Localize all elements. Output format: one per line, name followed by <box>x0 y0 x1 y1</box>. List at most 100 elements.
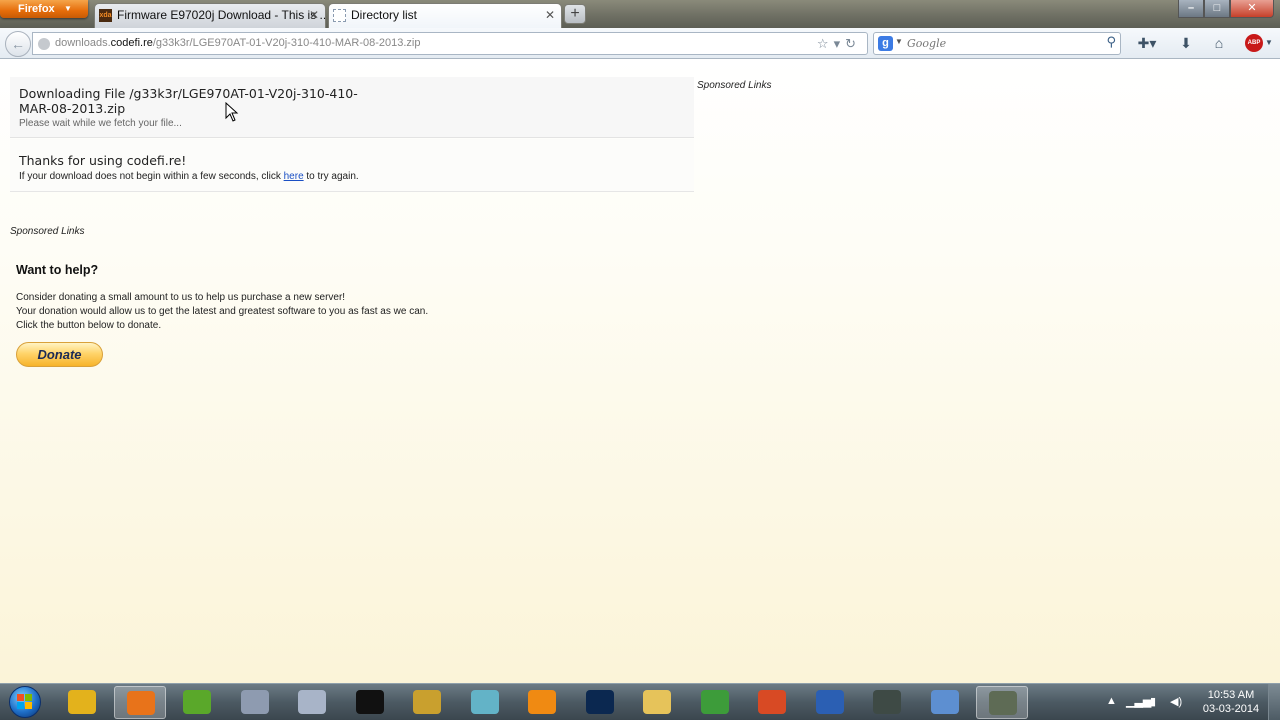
taskbar-app-word[interactable] <box>804 686 856 719</box>
taskbar-app-cmd[interactable] <box>344 686 396 719</box>
taskbar-app-app-globe[interactable] <box>689 686 741 719</box>
url-bar-icons: ☆▾↻ <box>817 33 861 54</box>
taskbar-app-app-wifi[interactable] <box>919 686 971 719</box>
reload-icon[interactable]: ↻ <box>845 36 861 51</box>
tab-directory-list[interactable]: Directory list ✕ <box>328 3 562 28</box>
sponsored-links-label-left: Sponsored Links <box>10 226 85 237</box>
system-tray: ▲ ▁▃▅ ▮ ◀) <box>1100 684 1195 720</box>
app-red-icon <box>758 690 786 714</box>
taskbar-app-chrome[interactable] <box>56 686 108 719</box>
minimize-button[interactable]: – <box>1178 0 1204 18</box>
url-text: downloads.codefi.re/g33k3r/LGE970AT-01-V… <box>55 33 420 54</box>
site-identity-icon[interactable] <box>38 38 50 50</box>
taskbar-app-app-frame[interactable] <box>459 686 511 719</box>
home-icon[interactable]: ⌂ <box>1208 33 1230 53</box>
magnifier-search-icon[interactable]: ⚲ <box>1106 34 1116 50</box>
donation-line: Click the button below to donate. <box>16 320 162 331</box>
close-tab-icon[interactable]: ✕ <box>309 4 319 26</box>
back-button[interactable]: ← <box>5 31 31 57</box>
retry-text-after: to try again. <box>303 171 359 182</box>
mouse-pointer-icon <box>225 102 239 122</box>
taskbar-app-vlc[interactable] <box>516 686 568 719</box>
search-bar: g ▼ ⚲ <box>873 32 1121 55</box>
taskbar-app-app-atom[interactable] <box>286 686 338 719</box>
url-domain: codefi.re <box>110 37 153 49</box>
explorer-icon <box>643 690 671 714</box>
vlc-icon <box>528 690 556 714</box>
app-pineapple-icon <box>413 690 441 714</box>
taskbar-clock[interactable]: 10:53 AM 03-03-2014 <box>1196 688 1266 716</box>
firefox-menu-button[interactable]: Firefox ▼ <box>0 0 88 18</box>
maximize-button[interactable]: □ <box>1204 0 1230 18</box>
search-input[interactable] <box>907 35 1097 52</box>
chevron-down-icon: ▼ <box>64 4 72 13</box>
donation-line: Consider donating a small amount to us t… <box>16 292 346 303</box>
app-globe-icon <box>701 690 729 714</box>
back-arrow-icon: ← <box>11 36 25 52</box>
taskbar-app-app-red[interactable] <box>746 686 798 719</box>
bookmarks-menu-icon[interactable]: ✚▾ <box>1132 33 1162 53</box>
retry-download-link[interactable]: here <box>284 171 304 182</box>
page-content: Downloading File /g33k3r/LGE970AT-01-V20… <box>0 60 1280 683</box>
app-gear-icon <box>241 690 269 714</box>
taskbar-app-utorrent[interactable] <box>171 686 223 719</box>
taskbar-app-app-pineapple[interactable] <box>401 686 453 719</box>
url-bar[interactable]: downloads.codefi.re/g33k3r/LGE970AT-01-V… <box>32 32 868 55</box>
app-console-icon <box>989 691 1017 715</box>
volume-icon[interactable]: ◀) <box>1170 695 1182 708</box>
url-prefix: downloads. <box>55 37 111 49</box>
retry-instructions: If your download does not begin within a… <box>19 171 359 182</box>
tab-strip: Firefox ▼ xda Firmware E97020j Download … <box>0 0 1280 28</box>
tab-title: Directory list <box>351 8 418 22</box>
new-tab-button[interactable]: + <box>564 4 586 24</box>
start-button[interactable] <box>3 685 47 719</box>
chrome-icon <box>68 690 96 714</box>
donate-button[interactable]: Donate <box>16 342 103 367</box>
thanks-panel: Thanks for using codefi.re! If your down… <box>10 139 694 192</box>
taskbar-app-firefox[interactable] <box>114 686 166 719</box>
clock-time: 10:53 AM <box>1207 689 1255 701</box>
app-wifi-icon <box>931 690 959 714</box>
power-icon[interactable]: ▮ <box>1150 695 1156 708</box>
tab-title: Firmware E97020j Download - This is ... <box>117 8 326 22</box>
download-status-panel: Downloading File /g33k3r/LGE970AT-01-V20… <box>10 77 694 138</box>
google-engine-icon[interactable]: g <box>878 36 893 51</box>
blank-page-favicon-icon <box>333 9 346 22</box>
download-wait-text: Please wait while we fetch your file... <box>19 118 182 129</box>
taskbar-app-app-terminal[interactable] <box>861 686 913 719</box>
navigation-toolbar: ← downloads.codefi.re/g33k3r/LGE970AT-01… <box>0 28 1280 59</box>
adblock-chevron-down-icon[interactable]: ▼ <box>1264 33 1274 53</box>
clock-date: 03-03-2014 <box>1202 703 1260 715</box>
app-frame-icon <box>471 690 499 714</box>
utorrent-icon <box>183 690 211 714</box>
tray-expand-icon[interactable]: ▲ <box>1106 695 1117 707</box>
word-icon <box>816 690 844 714</box>
cmd-icon <box>356 690 384 714</box>
engine-chevron-down-icon[interactable]: ▼ <box>895 37 903 46</box>
tab-firmware-download[interactable]: xda Firmware E97020j Download - This is … <box>94 3 326 28</box>
firefox-icon <box>127 691 155 715</box>
close-window-button[interactable]: ✕ <box>1230 0 1274 18</box>
window-controls: – □ ✕ <box>1178 0 1274 18</box>
network-signal-icon[interactable]: ▁▃▅ <box>1126 695 1151 708</box>
donation-line: Your donation would allow us to get the … <box>16 306 429 317</box>
firefox-menu-label: Firefox <box>18 3 55 15</box>
taskbar-app-photoshop[interactable] <box>574 686 626 719</box>
photoshop-icon <box>586 690 614 714</box>
show-desktop-button[interactable] <box>1268 684 1280 720</box>
taskbar-app-app-console[interactable] <box>976 686 1028 719</box>
thanks-heading: Thanks for using codefi.re! <box>19 153 187 168</box>
taskbar-app-explorer[interactable] <box>631 686 683 719</box>
adblock-plus-icon[interactable]: ABP <box>1245 34 1263 52</box>
windows-taskbar: ▲ ▁▃▅ ▮ ◀) 10:53 AM 03-03-2014 <box>0 683 1280 720</box>
app-terminal-icon <box>873 690 901 714</box>
dropdown-arrow-icon[interactable]: ▾ <box>834 36 846 51</box>
xda-favicon-icon: xda <box>99 9 112 22</box>
bookmark-star-icon[interactable]: ☆ <box>817 36 834 51</box>
donation-text: Consider donating a small amount to us t… <box>16 291 428 333</box>
help-heading: Want to help? <box>16 263 99 277</box>
downloads-arrow-icon[interactable]: ⬇ <box>1175 33 1197 53</box>
download-file-heading: Downloading File /g33k3r/LGE970AT-01-V20… <box>19 86 358 116</box>
taskbar-app-app-gear[interactable] <box>229 686 281 719</box>
close-tab-icon[interactable]: ✕ <box>545 4 555 26</box>
